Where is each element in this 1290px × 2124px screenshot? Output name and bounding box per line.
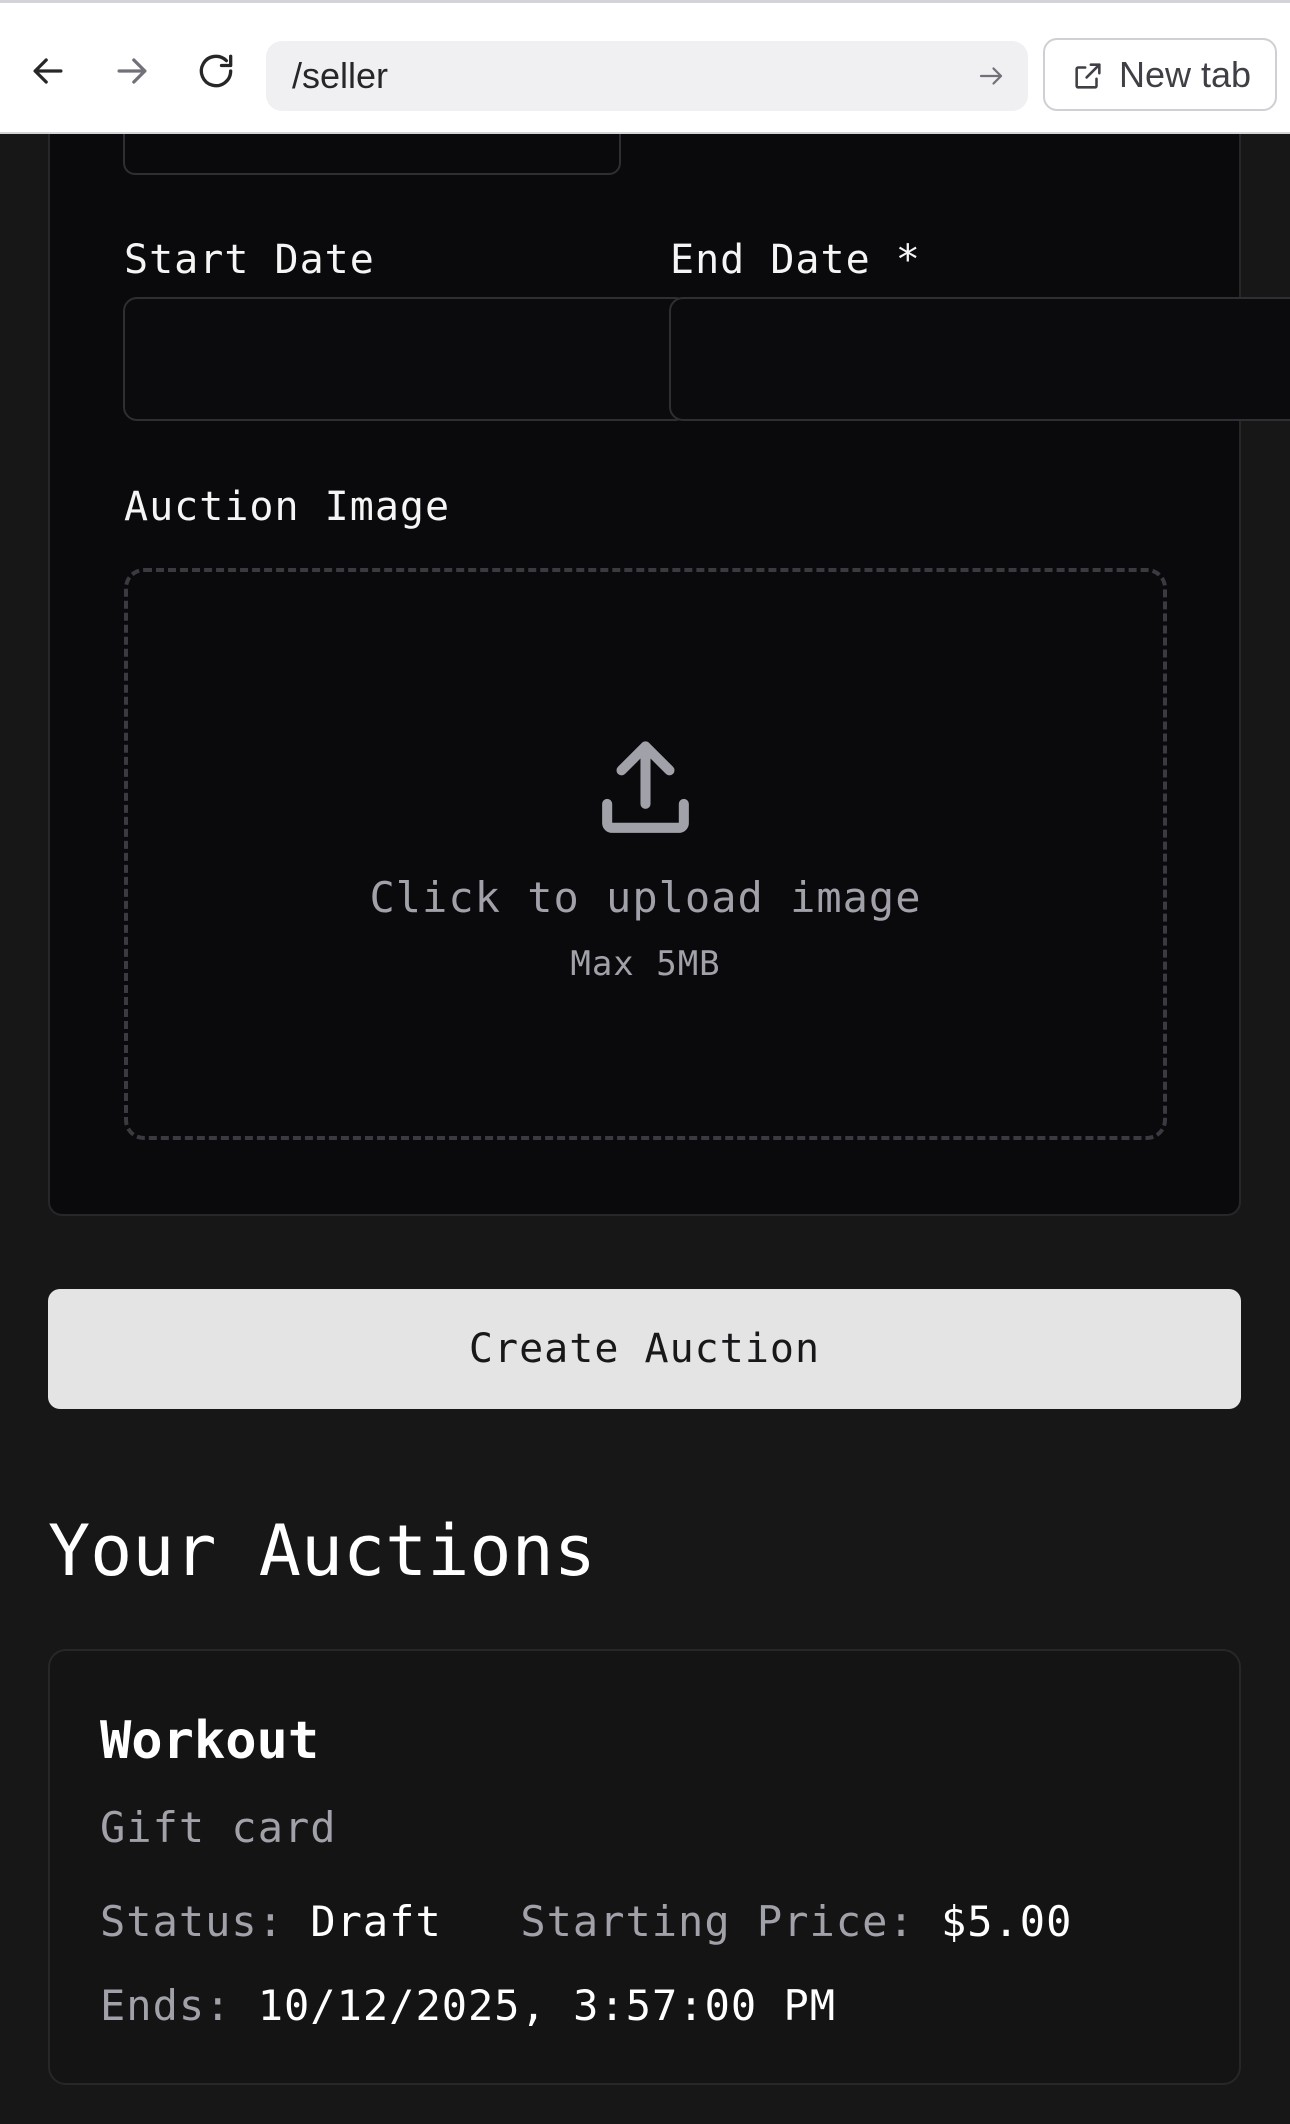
back-arrow-icon[interactable] <box>26 49 70 93</box>
ends-value: 10/12/2025, 3:57:00 PM <box>257 1981 837 2030</box>
url-text[interactable]: /seller <box>292 41 388 111</box>
starting-price-label: Starting Price: <box>520 1897 915 1946</box>
auction-ends-row: Ends: 10/12/2025, 3:57:00 PM <box>100 1981 836 2030</box>
new-tab-label: New tab <box>1119 54 1252 95</box>
go-arrow-icon[interactable] <box>976 61 1006 91</box>
create-auction-button[interactable]: Create Auction <box>48 1289 1241 1409</box>
auction-description: Gift card <box>100 1803 337 1852</box>
auction-image-label: Auction Image <box>124 484 451 530</box>
starting-price-value: $5.00 <box>940 1897 1073 1946</box>
address-bar[interactable]: /seller <box>266 41 1028 111</box>
forward-arrow-icon[interactable] <box>110 49 154 93</box>
status-label: Status: <box>100 1897 285 1946</box>
end-date-input[interactable] <box>669 297 1290 421</box>
upload-size-limit: Max 5MB <box>570 944 721 984</box>
auction-title: Workout <box>100 1711 320 1771</box>
browser-toolbar: /seller New tab <box>0 0 1290 134</box>
reload-icon[interactable] <box>194 49 238 93</box>
auction-card[interactable]: Workout Gift card Status: Draft Starting… <box>48 1649 1241 2085</box>
start-date-input[interactable] <box>123 297 689 421</box>
upload-icon <box>602 741 689 833</box>
external-link-icon <box>1075 63 1101 89</box>
ends-label: Ends: <box>100 1981 232 2030</box>
new-tab-button[interactable]: New tab <box>1043 38 1277 111</box>
your-auctions-heading: Your Auctions <box>48 1510 596 1592</box>
status-value: Draft <box>310 1897 442 1946</box>
auction-status-row: Status: Draft Starting Price: $5.00 <box>100 1897 1072 1946</box>
upload-prompt-text: Click to upload image <box>369 873 922 922</box>
end-date-label: End Date * <box>670 237 921 283</box>
start-date-label: Start Date <box>124 237 375 283</box>
image-upload-dropzone[interactable]: Click to upload image Max 5MB <box>124 568 1167 1140</box>
